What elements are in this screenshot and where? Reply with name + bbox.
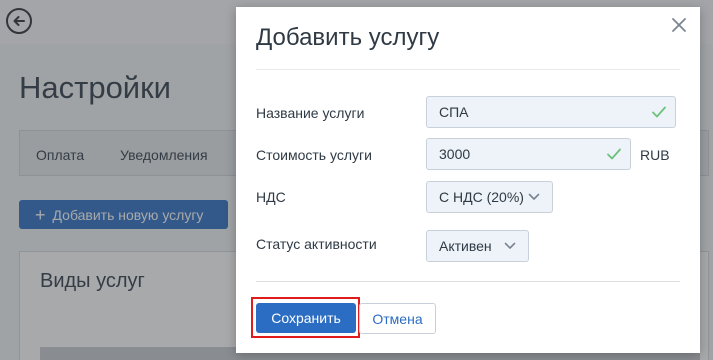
add-service-dialog: Добавить услугу Название услуги СПА Стои… [236, 7, 700, 353]
service-name-value: СПА [439, 104, 469, 120]
checkmark-icon [652, 106, 666, 118]
service-price-field[interactable]: 3000 [426, 138, 631, 170]
currency-unit: RUB [640, 147, 670, 163]
status-value: Активен [439, 238, 492, 254]
dialog-title: Добавить услугу [256, 24, 440, 51]
chevron-down-icon [528, 193, 540, 200]
close-icon[interactable] [670, 16, 688, 34]
status-label: Статус активности [256, 236, 377, 252]
vat-value: С НДС (20%) [439, 189, 524, 205]
vat-label: НДС [256, 189, 286, 205]
service-price-label: Стоимость услуги [256, 147, 372, 163]
status-select[interactable]: Активен [426, 230, 529, 262]
divider [256, 69, 680, 70]
vat-select[interactable]: С НДС (20%) [426, 181, 553, 213]
divider [256, 281, 680, 282]
service-name-field[interactable]: СПА [426, 96, 676, 128]
chevron-down-icon [504, 242, 516, 249]
save-button[interactable]: Сохранить [256, 303, 356, 333]
cancel-button[interactable]: Отмена [359, 303, 436, 334]
checkmark-icon [607, 148, 621, 160]
service-name-label: Название услуги [256, 105, 365, 121]
service-price-value: 3000 [439, 146, 471, 162]
